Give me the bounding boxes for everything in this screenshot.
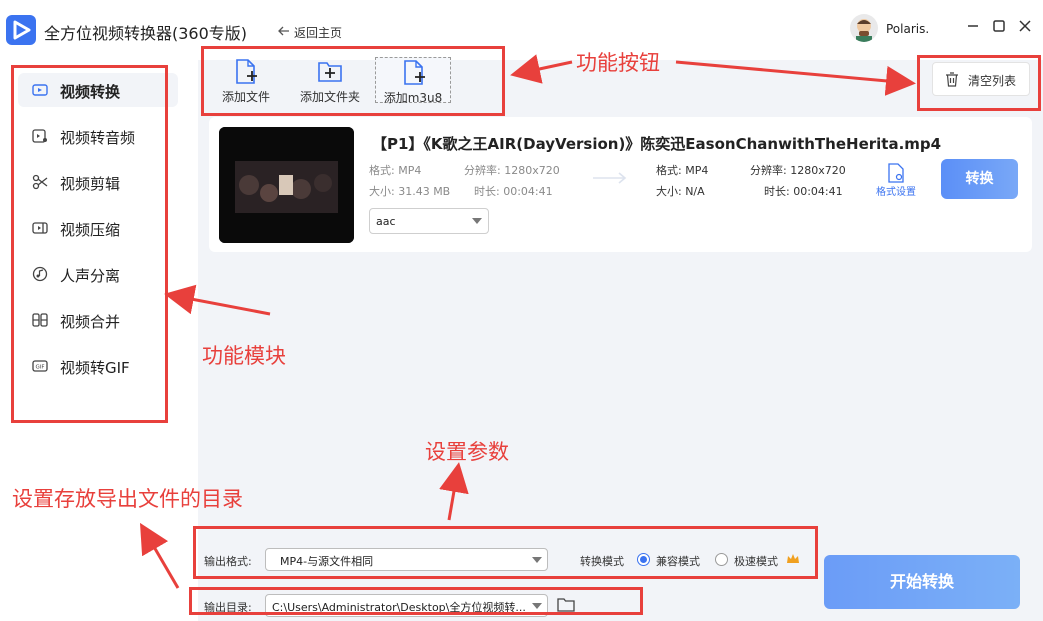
video-thumbnail[interactable] bbox=[219, 127, 354, 243]
arrow-to-settings bbox=[439, 462, 469, 521]
start-convert-button[interactable]: 开始转换 bbox=[824, 555, 1020, 609]
source-resolution: 分辨率: 1280x720 bbox=[464, 164, 560, 177]
convert-button[interactable]: 转换 bbox=[941, 159, 1018, 199]
output-duration: 时长: 00:04:41 bbox=[764, 185, 843, 198]
close-icon[interactable] bbox=[1016, 17, 1034, 35]
app-title: 全方位视频转换器(360专版) bbox=[44, 24, 248, 43]
arrow-to-toolbar bbox=[510, 54, 573, 84]
annotation-box-function-modules bbox=[11, 65, 168, 423]
back-arrow-icon bbox=[278, 26, 289, 36]
annotation-box-output-dir bbox=[189, 587, 643, 615]
app-logo-icon bbox=[6, 15, 36, 45]
annotation-box-clear-list bbox=[917, 55, 1041, 111]
arrow-right-icon bbox=[593, 172, 627, 184]
audio-codec-select[interactable]: aac bbox=[369, 208, 489, 234]
arrow-to-clear-list bbox=[675, 60, 916, 96]
minimize-icon[interactable] bbox=[964, 17, 982, 35]
annotation-box-function-buttons bbox=[201, 46, 505, 116]
annotation-set-output-dir: 设置存放导出文件的目录 bbox=[12, 487, 243, 511]
file-card: 【P1】《K歌之王AIR(DayVersion)》陈奕迅EasonChanwit… bbox=[209, 117, 1032, 252]
user-name: Polaris. bbox=[886, 22, 930, 36]
source-format: 格式: MP4 bbox=[369, 164, 422, 177]
annotation-function-modules: 功能模块 bbox=[202, 344, 286, 368]
maximize-icon[interactable] bbox=[990, 17, 1008, 35]
format-settings-button[interactable]: 格式设置 bbox=[872, 161, 920, 201]
annotation-set-params: 设置参数 bbox=[425, 440, 509, 464]
format-settings-icon bbox=[888, 163, 904, 183]
back-home-label[interactable]: 返回主页 bbox=[294, 24, 342, 41]
format-settings-label: 格式设置 bbox=[876, 187, 916, 198]
source-size: 大小: 31.43 MB bbox=[369, 185, 451, 198]
source-duration: 时长: 00:04:41 bbox=[474, 185, 553, 198]
back-home-button[interactable] bbox=[277, 23, 291, 42]
output-format: 格式: MP4 bbox=[656, 164, 709, 177]
avatar[interactable] bbox=[850, 14, 878, 42]
output-size: 大小: N/A bbox=[656, 185, 705, 198]
file-name: 【P1】《K歌之王AIR(DayVersion)》陈奕迅EasonChanwit… bbox=[372, 135, 942, 153]
annotation-box-settings bbox=[193, 526, 818, 579]
annotation-function-buttons: 功能按钮 bbox=[576, 51, 660, 75]
chevron-down-icon bbox=[472, 218, 482, 224]
output-resolution: 分辨率: 1280x720 bbox=[750, 164, 846, 177]
